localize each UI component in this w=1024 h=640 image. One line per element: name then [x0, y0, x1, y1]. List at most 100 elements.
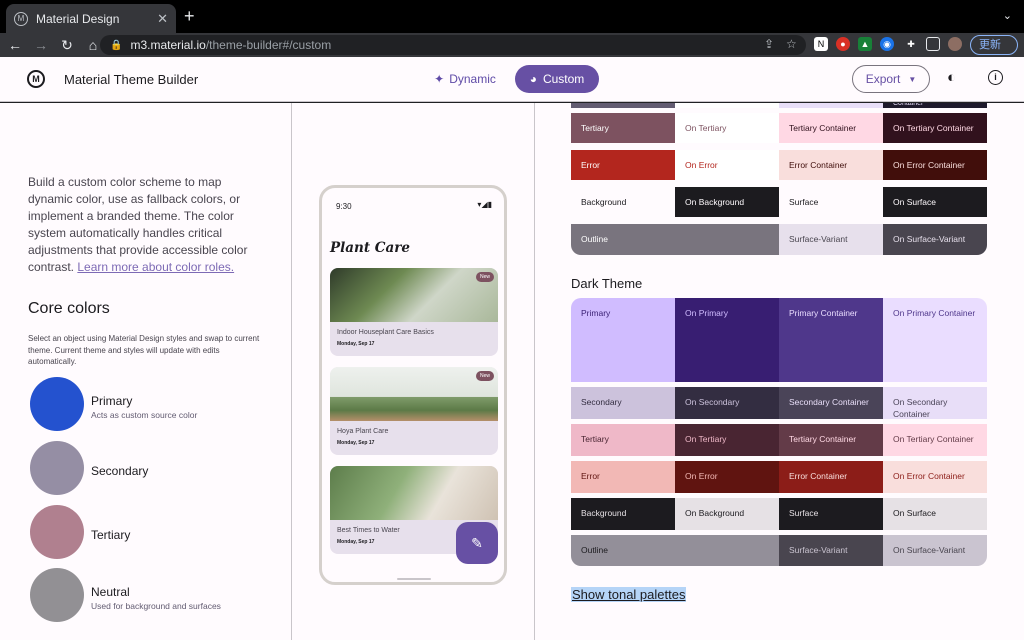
color-role-primary[interactable]: Primary: [571, 298, 675, 382]
address-bar[interactable]: 🔒 m3.material.io/theme-builder#/custom ⇪…: [100, 35, 806, 55]
color-role-tertiary-container[interactable]: Tertiary Container: [779, 424, 883, 456]
info-icon[interactable]: i: [988, 70, 1003, 85]
color-role-label: Tertiary Container: [789, 434, 857, 444]
learn-more-link[interactable]: Learn more about color roles.: [77, 260, 234, 274]
profile-avatar-icon[interactable]: [948, 37, 962, 51]
color-role-on-error-container[interactable]: On Error Container: [883, 150, 987, 180]
color-role-on-surface[interactable]: On Surface: [883, 498, 987, 530]
drive-extension-icon[interactable]: ▲: [858, 37, 872, 51]
side-panel-icon[interactable]: [926, 37, 940, 51]
export-button[interactable]: Export ▼: [852, 65, 930, 93]
color-role-label: On Secondary: [685, 397, 740, 407]
color-role-label: On Error: [685, 160, 718, 170]
color-role-primary-container[interactable]: Primary Container: [779, 298, 883, 382]
color-role-on-error[interactable]: On Error: [675, 150, 779, 180]
color-role-on-primary[interactable]: On Primary: [675, 298, 779, 382]
home-indicator: [397, 578, 431, 580]
color-role-on-background[interactable]: On Background: [675, 498, 779, 530]
color-role-label: Surface-Variant: [789, 234, 848, 244]
color-role-on-surface[interactable]: On Surface: [883, 187, 987, 217]
share-icon[interactable]: ⇪: [764, 37, 774, 51]
palette-icon: ◕: [529, 72, 537, 86]
phone-preview: 9:30 ▾◢▮ Plant Care New Indoor Houseplant…: [319, 185, 507, 585]
color-role-outline[interactable]: Outline: [571, 224, 779, 255]
core-color-name: Primary: [91, 394, 133, 408]
color-role-tertiary[interactable]: Tertiary: [571, 113, 675, 143]
color-role-partial-row[interactable]: [675, 103, 779, 108]
color-role-partial-row[interactable]: [779, 103, 883, 108]
dark-mode-toggle-icon[interactable]: ◐: [947, 70, 963, 86]
update-button[interactable]: 更新: [970, 35, 1018, 55]
back-icon[interactable]: ←: [4, 37, 26, 53]
color-role-on-secondary-container[interactable]: On Secondary Container: [883, 387, 987, 419]
color-role-on-surface-variant[interactable]: On Surface-Variant: [883, 224, 987, 255]
browser-tab-strip: M Material Design ✕ + ⌄: [0, 0, 1024, 33]
color-role-on-secondary[interactable]: On Secondary: [675, 387, 779, 419]
color-role-outline[interactable]: Outline: [571, 535, 779, 566]
core-colors-description: Select an object using Material Design s…: [28, 334, 260, 366]
color-role-label: On Background: [685, 508, 745, 518]
color-role-label: Background: [581, 508, 627, 518]
color-role-on-tertiary-container[interactable]: On Tertiary Container: [883, 424, 987, 456]
tab-close-icon[interactable]: ✕: [157, 11, 168, 27]
color-role-error[interactable]: Error: [571, 461, 675, 493]
color-role-on-background[interactable]: On Background: [675, 187, 779, 217]
color-role-label: Primary: [581, 308, 611, 318]
puzzle-extensions-icon[interactable]: ✚: [904, 37, 918, 51]
color-role-tertiary[interactable]: Tertiary: [571, 424, 675, 456]
nav-custom-button[interactable]: ◕ Custom: [515, 65, 599, 93]
color-role-background[interactable]: Background: [571, 187, 675, 217]
color-role-on-error[interactable]: On Error: [675, 461, 779, 493]
forward-icon[interactable]: →: [30, 37, 52, 53]
color-role-tertiary-container[interactable]: Tertiary Container: [779, 113, 883, 143]
color-role-on-tertiary[interactable]: On Tertiary: [675, 113, 779, 143]
bookmark-star-icon[interactable]: ☆: [786, 37, 797, 51]
color-role-surface-variant[interactable]: Surface-Variant: [779, 535, 883, 566]
nav-dynamic-button[interactable]: ✦ Dynamic: [426, 65, 504, 93]
red-extension-icon[interactable]: ●: [836, 37, 850, 51]
color-role-label: On Background: [685, 197, 745, 207]
color-role-surface-variant[interactable]: Surface-Variant: [779, 224, 883, 255]
color-role-label: Surface: [789, 197, 819, 207]
core-color-swatch-0[interactable]: [30, 377, 84, 431]
show-tonal-palettes-link[interactable]: Show tonal palettes: [571, 587, 687, 602]
color-role-label: On Surface-Variant: [893, 234, 966, 244]
color-role-label: On Error Container: [893, 471, 965, 481]
plant-card[interactable]: New Indoor Houseplant Care Basics Monday, …: [330, 268, 498, 356]
dropdown-arrow-icon: ▼: [908, 74, 917, 84]
color-role-error-container[interactable]: Error Container: [779, 461, 883, 493]
color-role-secondary[interactable]: Secondary: [571, 387, 675, 419]
notion-extension-icon[interactable]: N: [814, 37, 828, 51]
browser-tab[interactable]: M Material Design ✕: [6, 4, 176, 33]
plant-card[interactable]: New Hoya Plant Care Monday, Sep 17: [330, 367, 498, 455]
color-role-partial-row[interactable]: Container: [883, 103, 987, 108]
blue-extension-icon[interactable]: ◉: [880, 37, 894, 51]
new-tab-icon[interactable]: +: [184, 7, 195, 25]
color-role-surface[interactable]: Surface: [779, 498, 883, 530]
color-role-error-container[interactable]: Error Container: [779, 150, 883, 180]
color-role-background[interactable]: Background: [571, 498, 675, 530]
core-color-name: Neutral: [91, 585, 130, 599]
color-role-label: On Primary: [685, 308, 728, 318]
tab-search-chevron-icon[interactable]: ⌄: [1003, 9, 1012, 22]
plant-card-image: [330, 268, 498, 322]
color-role-secondary-container[interactable]: Secondary Container: [779, 387, 883, 419]
material-logo-icon: M: [27, 70, 45, 88]
color-role-label: Outline: [581, 234, 608, 244]
color-role-surface[interactable]: Surface: [779, 187, 883, 217]
color-role-error[interactable]: Error: [571, 150, 675, 180]
core-color-swatch-2[interactable]: [30, 505, 84, 559]
color-role-on-error-container[interactable]: On Error Container: [883, 461, 987, 493]
plant-card-title: Best Times to Water: [337, 527, 400, 534]
color-role-on-tertiary[interactable]: On Tertiary: [675, 424, 779, 456]
color-role-on-tertiary-container[interactable]: On Tertiary Container: [883, 113, 987, 143]
color-role-partial-row[interactable]: [571, 103, 675, 108]
core-color-swatch-1[interactable]: [30, 441, 84, 495]
color-role-on-primary-container[interactable]: On Primary Container: [883, 298, 987, 382]
left-panel: Build a custom color scheme to map dynam…: [0, 103, 292, 640]
core-color-swatch-3[interactable]: [30, 568, 84, 622]
reload-icon[interactable]: ↻: [56, 37, 78, 54]
color-role-on-surface-variant[interactable]: On Surface-Variant: [883, 535, 987, 566]
edit-fab-button[interactable]: ✎: [456, 522, 498, 564]
color-role-label: On Tertiary Container: [893, 123, 974, 133]
